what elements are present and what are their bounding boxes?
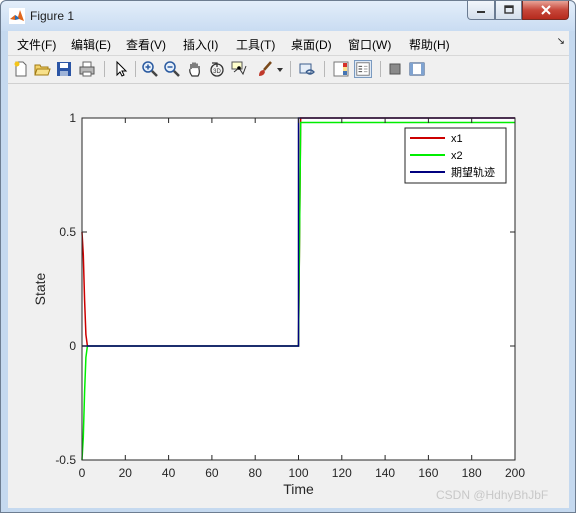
rotate-3d-icon[interactable]: 3D	[208, 60, 226, 78]
pan-hand-icon[interactable]	[186, 60, 204, 78]
menu-edit[interactable]: 编辑(E)	[71, 36, 111, 53]
x-axis-label: Time	[283, 481, 314, 497]
legend-label-1: x1	[451, 133, 463, 145]
show-plot-tools-icon[interactable]	[408, 60, 426, 78]
x-tick-label: 140	[375, 466, 395, 480]
x-tick-label: 20	[119, 466, 133, 480]
legend-label-3: 期望轨迹	[451, 165, 495, 179]
menu-tools[interactable]: 工具(T)	[236, 36, 275, 53]
toolbar-separator	[324, 61, 325, 77]
figure-toolbar: 3D	[8, 56, 569, 84]
toolbar-separator	[290, 61, 291, 77]
zoom-in-icon[interactable]	[141, 60, 159, 78]
x-tick-label: 200	[505, 466, 525, 480]
save-icon[interactable]	[55, 60, 73, 78]
figure-window: Figure 1 文件(F) 编辑(E) 查看(V) 插入(I) 工具(T) 桌…	[0, 0, 576, 513]
x-tick-label: 40	[162, 466, 176, 480]
brush-icon[interactable]	[256, 60, 274, 78]
y-tick-label: 1	[69, 111, 76, 125]
title-bar[interactable]: Figure 1	[1, 1, 575, 31]
menu-bar: 文件(F) 编辑(E) 查看(V) 插入(I) 工具(T) 桌面(D) 窗口(W…	[8, 31, 569, 56]
menu-window[interactable]: 窗口(W)	[348, 36, 391, 53]
toolbar-separator	[380, 61, 381, 77]
y-tick-label: 0	[69, 339, 76, 353]
x-tick-label: 120	[332, 466, 352, 480]
dock-arrow-icon[interactable]: ↘	[557, 36, 565, 47]
zoom-out-icon[interactable]	[163, 60, 181, 78]
menu-file[interactable]: 文件(F)	[17, 36, 56, 53]
minimize-icon	[477, 11, 485, 13]
link-plot-icon[interactable]	[298, 60, 316, 78]
window-title: Figure 1	[30, 9, 75, 23]
x-tick-label: 180	[462, 466, 482, 480]
legend-label-2: x2	[451, 150, 463, 162]
y-tick-label: 0.5	[59, 225, 76, 239]
brush-dropdown-icon[interactable]	[276, 60, 284, 78]
plot-svg[interactable]: 0 20 40 60 80 100 120 140 160 180 200-0.500.51Time…	[8, 84, 569, 508]
toolbar-separator	[104, 61, 105, 77]
y-axis-label: State	[32, 272, 48, 305]
x-tick-label: 0	[79, 466, 86, 480]
open-file-icon[interactable]	[33, 60, 51, 78]
menu-insert[interactable]: 插入(I)	[183, 36, 218, 53]
edit-plot-arrow-icon[interactable]	[112, 60, 130, 78]
matlab-logo-icon	[9, 8, 25, 24]
maximize-icon	[503, 5, 514, 14]
insert-legend-icon[interactable]	[354, 60, 372, 78]
print-icon[interactable]	[78, 60, 96, 78]
maximize-button[interactable]	[495, 1, 522, 20]
close-button[interactable]	[522, 1, 569, 20]
x-tick-label: 160	[418, 466, 438, 480]
hide-plot-tools-icon[interactable]	[386, 60, 404, 78]
insert-colorbar-icon[interactable]	[332, 60, 350, 78]
close-icon	[540, 5, 551, 15]
menu-desktop[interactable]: 桌面(D)	[291, 36, 332, 53]
x-tick-label: 60	[205, 466, 219, 480]
x-tick-label: 100	[288, 466, 308, 480]
menu-view[interactable]: 查看(V)	[126, 36, 166, 53]
data-cursor-icon[interactable]	[230, 60, 248, 78]
watermark: CSDN @HdhyBhJbF	[436, 488, 549, 502]
x-tick-label: 80	[249, 466, 263, 480]
new-figure-icon[interactable]	[12, 60, 30, 78]
y-tick-label: -0.5	[55, 453, 76, 467]
menu-help[interactable]: 帮助(H)	[409, 36, 450, 53]
svg-text:3D: 3D	[213, 69, 221, 75]
figure-canvas: 0 20 40 60 80 100 120 140 160 180 200 -0.5 0 0.5 1 Time…	[8, 84, 569, 508]
toolbar-separator	[135, 61, 136, 77]
minimize-button[interactable]	[467, 1, 495, 20]
